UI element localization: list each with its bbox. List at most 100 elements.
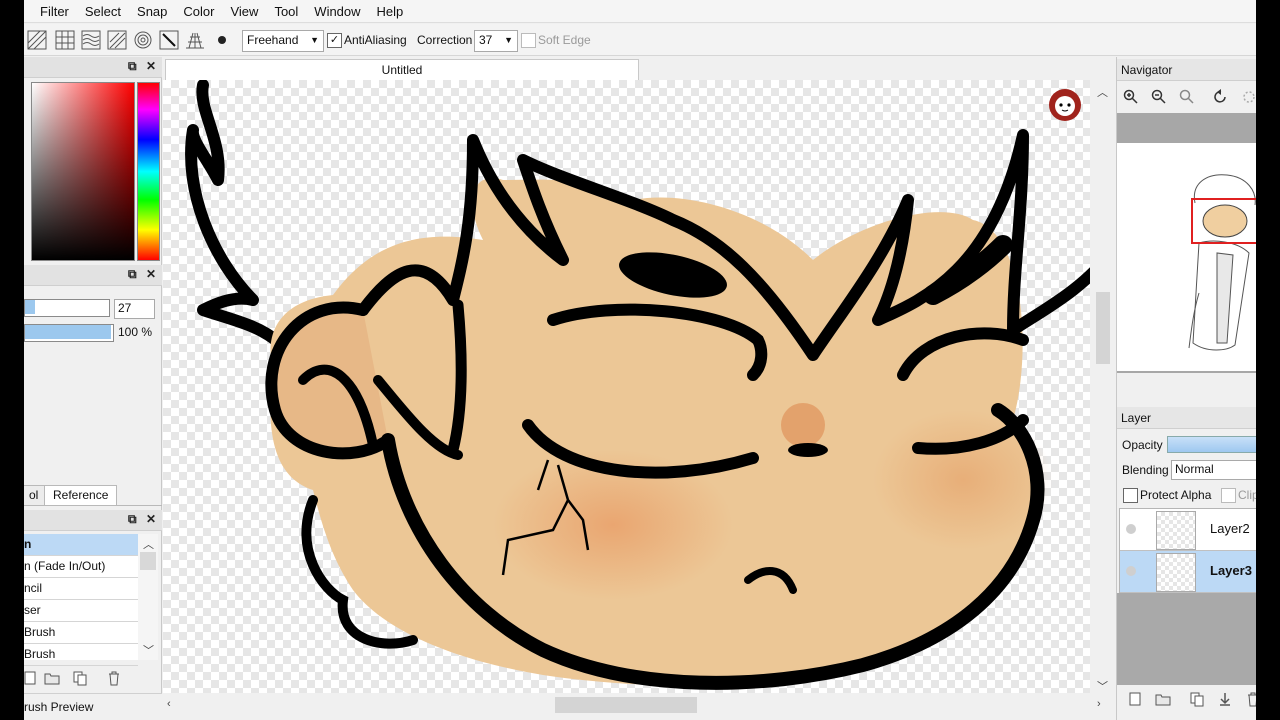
stroke-mode-select[interactable]: Freehand ▼ — [242, 30, 324, 52]
left-panel: ⧉ ✕ ⧉ ✕ 27 100 % ol Reference ⧉ ✕ n n (F… — [24, 57, 162, 720]
panel-tabs: ol Reference — [24, 483, 162, 506]
opacity-slider[interactable] — [1167, 436, 1256, 453]
scrollbar-thumb[interactable] — [140, 552, 156, 570]
opacity-label: Opacity — [1122, 438, 1163, 452]
menu-window[interactable]: Window — [306, 0, 368, 23]
correction-label: Correction — [417, 33, 473, 47]
color-saturation-picker[interactable] — [31, 82, 135, 261]
close-icon[interactable]: ✕ — [146, 59, 156, 73]
brush-item[interactable]: Brush — [24, 644, 138, 666]
chevron-down-icon[interactable]: ﹀ — [1097, 678, 1108, 694]
duplicate-layer-icon[interactable] — [1189, 691, 1205, 707]
perspective-grid-icon[interactable] — [184, 29, 208, 53]
close-icon[interactable]: ✕ — [146, 267, 156, 281]
visibility-eye-icon[interactable] — [1126, 524, 1136, 534]
brush-list-tools — [24, 666, 162, 690]
folder-icon[interactable] — [44, 670, 60, 686]
layer-list-empty-area — [1117, 593, 1256, 685]
color-panel-header: ⧉ ✕ — [24, 57, 162, 78]
brush-density-row: 100 % — [24, 324, 162, 342]
new-folder-icon[interactable] — [1155, 691, 1171, 707]
protect-alpha-label: Protect Alpha — [1140, 488, 1212, 502]
straight-line-icon[interactable] — [158, 29, 182, 53]
scrollbar-thumb[interactable] — [1096, 292, 1110, 364]
brush-item[interactable]: Brush — [24, 622, 138, 644]
brush-list-scrollbar[interactable]: ︿ ﹀ — [138, 534, 158, 660]
layer-list: Layer2 Layer3 — [1119, 508, 1256, 594]
scrollbar-thumb[interactable] — [555, 697, 697, 713]
blending-select[interactable]: Normal — [1171, 460, 1256, 480]
trash-icon[interactable] — [106, 670, 122, 686]
new-layer-icon[interactable] — [1127, 691, 1143, 707]
chevron-right-icon[interactable]: › — [1097, 698, 1101, 710]
navigator-preview[interactable] — [1117, 143, 1256, 371]
hair-outline-left — [185, 80, 284, 348]
merge-down-icon[interactable] — [1217, 691, 1233, 707]
float-panel-icon[interactable]: ⧉ — [128, 267, 137, 282]
antialias-label: AntiAliasing — [344, 33, 407, 47]
hatch-curve-icon[interactable] — [106, 29, 130, 53]
canvas-horizontal-scrollbar[interactable]: ‹ › — [163, 693, 1116, 720]
menu-view[interactable]: View — [222, 0, 266, 23]
grid-pattern-icon[interactable] — [54, 29, 78, 53]
layer-thumbnail — [1156, 553, 1196, 592]
hatch-diagonal-icon[interactable] — [26, 29, 50, 53]
brush-item[interactable]: n (Fade In/Out) — [24, 556, 138, 578]
brush-size-row: 27 — [24, 299, 162, 319]
zoom-reset-icon[interactable] — [1179, 89, 1195, 105]
chevron-down-icon[interactable]: ﹀ — [143, 642, 154, 658]
zoom-out-icon[interactable] — [1151, 89, 1167, 105]
rotate-left-icon[interactable] — [1213, 89, 1229, 105]
clipping-checkbox[interactable] — [1221, 488, 1236, 503]
menu-tool[interactable]: Tool — [266, 0, 306, 23]
duplicate-icon[interactable] — [72, 670, 88, 686]
rotate-reset-icon[interactable] — [1241, 89, 1256, 105]
navigator-header: Navigator — [1117, 59, 1256, 81]
document-tab[interactable]: Untitled — [165, 59, 639, 81]
protect-alpha-checkbox[interactable] — [1123, 488, 1138, 503]
menu-filter[interactable]: Filter — [24, 0, 77, 23]
brush-item[interactable]: ncil — [24, 578, 138, 600]
brush-dot-icon[interactable] — [218, 36, 226, 44]
menu-color[interactable]: Color — [175, 0, 222, 23]
brush-density-value: 100 % — [118, 325, 153, 339]
layer-row-layer3[interactable]: Layer3 — [1120, 551, 1256, 593]
menu-bar: Filter Select Snap Color View Tool Windo… — [24, 0, 1256, 23]
brush-item[interactable]: n — [24, 534, 138, 556]
canvas-vertical-scrollbar[interactable]: ︿ ﹀ — [1090, 80, 1116, 693]
chevron-left-icon[interactable]: ‹ — [167, 698, 171, 710]
menu-help[interactable]: Help — [369, 0, 412, 23]
antialias-checkbox[interactable]: ✓ — [327, 33, 342, 48]
brush-item[interactable]: ser — [24, 600, 138, 622]
brush-size-input[interactable]: 27 — [114, 299, 155, 319]
float-panel-icon[interactable]: ⧉ — [128, 59, 137, 74]
wave-pattern-icon[interactable] — [80, 29, 104, 53]
tool-options-bar: Freehand ▼ ✓ AntiAliasing Correction 37 … — [24, 24, 1256, 56]
zoom-in-icon[interactable] — [1123, 89, 1139, 105]
menu-snap[interactable]: Snap — [129, 0, 175, 23]
layer-row-layer2[interactable]: Layer2 — [1120, 509, 1256, 551]
hue-slider[interactable] — [137, 82, 160, 261]
close-icon[interactable]: ✕ — [146, 512, 156, 526]
delete-layer-icon[interactable] — [1245, 691, 1256, 707]
tab-reference[interactable]: Reference — [44, 485, 118, 505]
chevron-down-icon: ▼ — [504, 35, 513, 45]
correction-select[interactable]: 37 ▼ — [474, 30, 518, 52]
chevron-up-icon[interactable]: ︿ — [1097, 84, 1108, 100]
float-panel-icon[interactable]: ⧉ — [128, 512, 137, 527]
visibility-eye-icon[interactable] — [1126, 566, 1136, 576]
canvas-artwork — [185, 80, 1090, 690]
navigator-view-rect[interactable] — [1191, 198, 1256, 244]
app-mascot-icon — [1049, 89, 1081, 121]
nose-mark — [788, 443, 828, 457]
brush-size-slider[interactable] — [24, 299, 110, 317]
new-brush-icon[interactable] — [24, 670, 38, 686]
menu-select[interactable]: Select — [77, 0, 129, 23]
brush-density-fill — [25, 325, 111, 339]
drawing-canvas[interactable] — [163, 80, 1090, 693]
concentric-circle-icon[interactable] — [132, 29, 156, 53]
soft-edge-checkbox[interactable] — [521, 33, 536, 48]
chevron-up-icon[interactable]: ︿ — [143, 536, 154, 552]
right-panel: Navigator Layer Opacity Blending Normal … — [1116, 57, 1256, 720]
brush-density-slider[interactable] — [24, 324, 114, 342]
